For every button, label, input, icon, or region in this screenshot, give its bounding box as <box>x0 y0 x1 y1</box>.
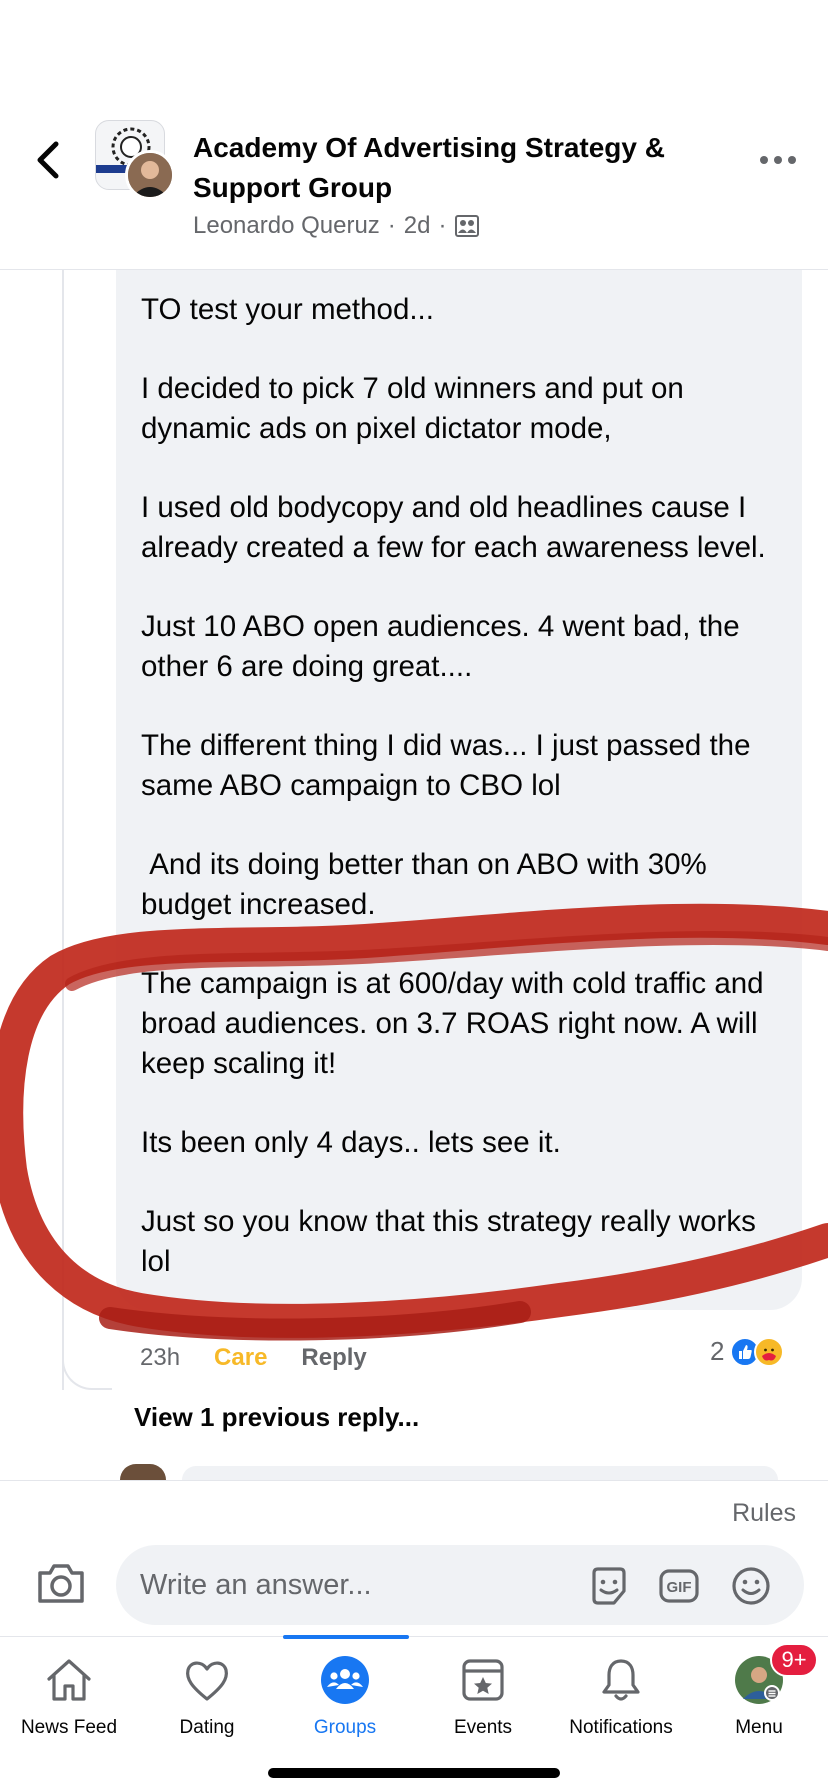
comment-paragraph: I decided to pick 7 old winners and put … <box>141 372 693 445</box>
post-time[interactable]: 2d <box>404 212 431 240</box>
nav-groups[interactable]: Groups <box>276 1637 414 1757</box>
care-reaction-button[interactable]: Care <box>214 1344 267 1372</box>
author-avatar <box>125 150 175 200</box>
emoji-icon[interactable] <box>730 1565 772 1607</box>
comment-paragraph: Just 10 ABO open audiences. 4 went bad, … <box>141 610 748 683</box>
home-indicator[interactable] <box>268 1768 560 1778</box>
dot <box>774 156 782 164</box>
reaction-summary[interactable]: 2 <box>710 1336 785 1367</box>
heart-icon <box>186 1661 228 1701</box>
rules-link[interactable]: Rules <box>732 1499 796 1528</box>
comment-paragraph: The campaign is at 600/day with cold tra… <box>141 967 772 1080</box>
nav-label: Menu <box>735 1717 783 1738</box>
author-name[interactable]: Leonardo Queruz <box>193 212 380 240</box>
notification-badge: 9+ <box>770 1643 818 1677</box>
comment-paragraph: And its doing better than on ABO with 30… <box>141 848 715 921</box>
dot <box>788 156 796 164</box>
gif-icon[interactable]: GIF <box>658 1565 700 1607</box>
meta-separator: · <box>387 212 396 239</box>
comment-text: TO test your method... I decided to pick… <box>141 290 791 1321</box>
nav-menu[interactable]: 9+ Menu <box>690 1637 828 1757</box>
sticker-icon[interactable] <box>588 1565 630 1607</box>
comment-paragraph: I used old bodycopy and old headlines ca… <box>141 491 766 564</box>
reply-button[interactable]: Reply <box>301 1344 366 1372</box>
reaction-count: 2 <box>710 1336 725 1366</box>
nav-label: Notifications <box>569 1717 673 1738</box>
post-meta: Leonardo Queruz · 2d · <box>193 212 479 240</box>
group-title[interactable]: Academy Of Advertising Strategy & Suppor… <box>193 128 733 208</box>
post-header: Academy Of Advertising Strategy & Suppor… <box>0 0 828 270</box>
nav-notifications[interactable]: Notifications <box>552 1637 690 1757</box>
meta-separator: · <box>438 212 447 239</box>
bell-icon <box>602 1659 640 1701</box>
comment-time[interactable]: 23h <box>140 1344 180 1372</box>
next-reply-bubble <box>182 1466 778 1480</box>
person-photo-icon <box>128 153 172 197</box>
care-icon <box>754 1336 785 1367</box>
thread-connector <box>62 1330 112 1390</box>
back-chevron-icon[interactable] <box>30 138 64 182</box>
nav-label: Dating <box>179 1717 235 1738</box>
dot <box>760 156 768 164</box>
view-previous-replies-link[interactable]: View 1 previous reply... <box>134 1402 419 1433</box>
nav-dating[interactable]: Dating <box>138 1637 276 1757</box>
avatar-group[interactable] <box>95 120 179 200</box>
svg-text:GIF: GIF <box>667 1579 692 1596</box>
answer-input-container[interactable]: GIF <box>116 1545 804 1625</box>
answer-input[interactable] <box>140 1545 570 1625</box>
nav-label: Groups <box>313 1717 377 1738</box>
group-audience-icon <box>454 215 479 237</box>
next-reply-avatar <box>120 1464 166 1480</box>
comment-composer: Rules GIF <box>0 1480 828 1636</box>
camera-icon[interactable] <box>36 1561 86 1605</box>
comment-paragraph: The different thing I did was... I just … <box>141 729 759 802</box>
nav-news-feed[interactable]: News Feed <box>0 1637 138 1757</box>
groups-icon <box>321 1656 369 1704</box>
thread-line <box>62 270 64 1390</box>
calendar-star-icon <box>462 1659 504 1701</box>
comment-paragraph: TO test your method... <box>141 293 434 326</box>
comment-paragraph: Just so you know that this strategy real… <box>141 1205 765 1278</box>
comment-paragraph: Its been only 4 days.. lets see it. <box>141 1126 561 1159</box>
nav-events[interactable]: Events <box>414 1637 552 1757</box>
home-icon <box>47 1659 91 1701</box>
more-options-button[interactable] <box>760 150 800 170</box>
nav-label: News Feed <box>20 1717 118 1738</box>
nav-label: Events <box>453 1717 513 1738</box>
